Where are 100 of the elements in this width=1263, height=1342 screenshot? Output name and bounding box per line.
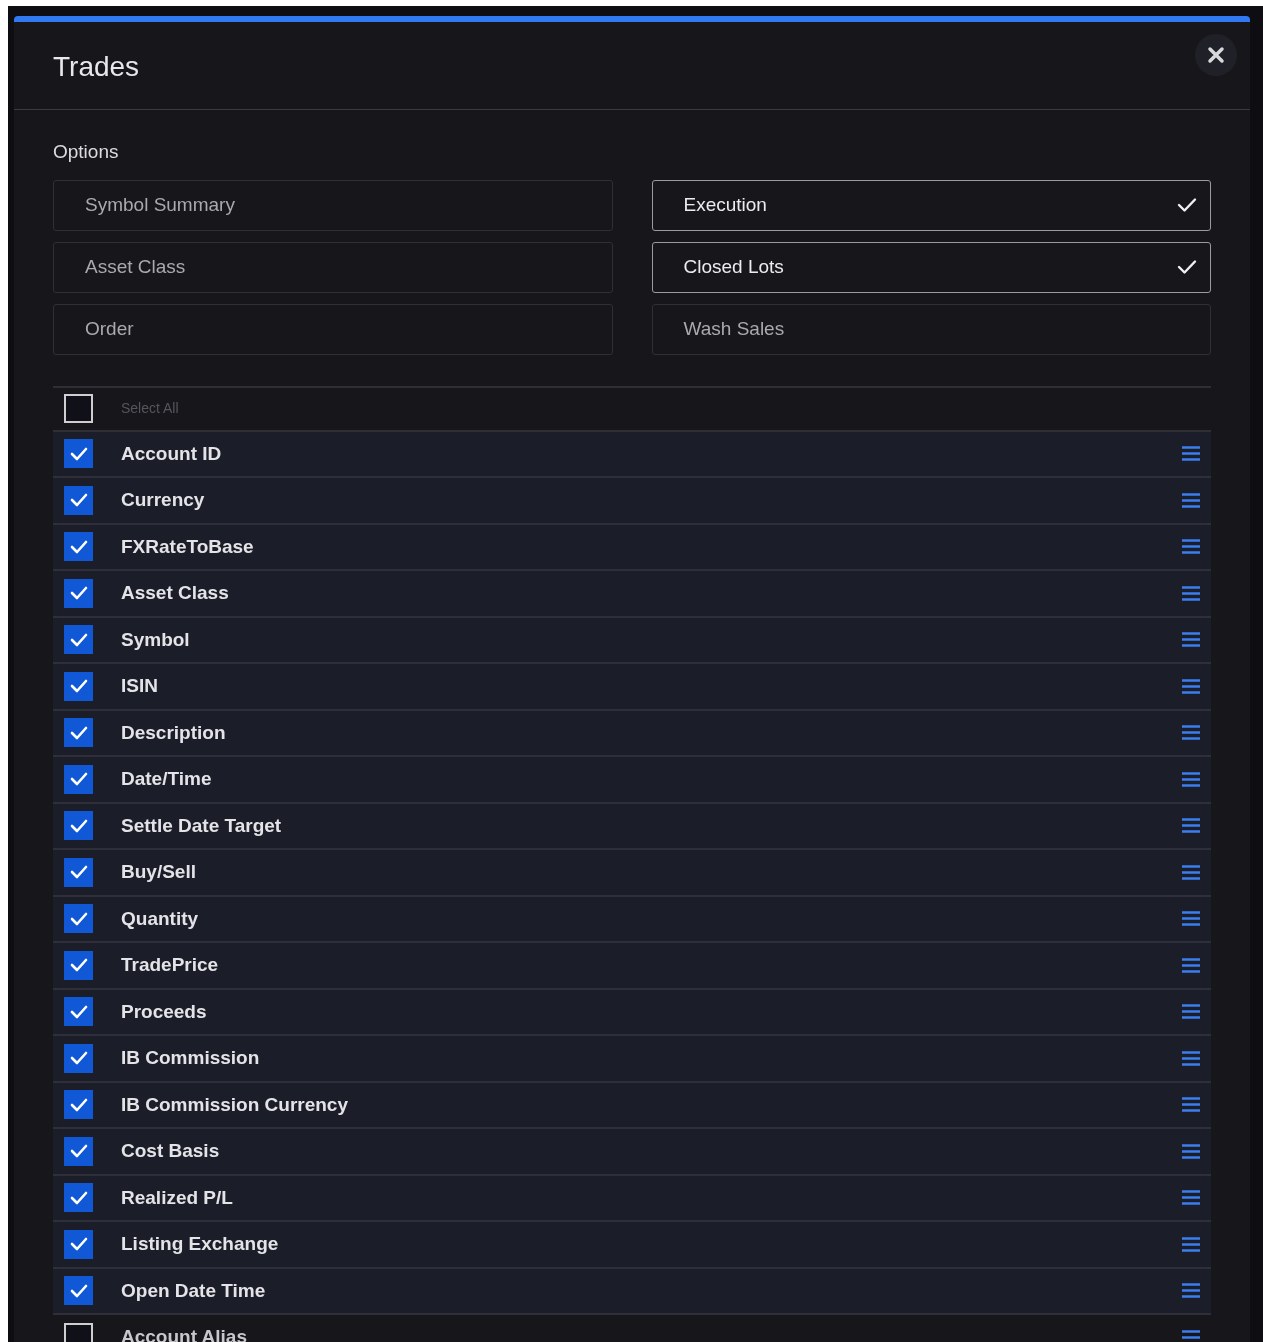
field-checkbox[interactable] [64, 857, 93, 887]
field-row[interactable]: Open Date Time [53, 1268, 1211, 1315]
field-row[interactable]: Settle Date Target [53, 803, 1211, 850]
drag-handle-icon[interactable] [1182, 725, 1200, 741]
field-checkbox[interactable] [64, 1229, 93, 1259]
field-label: Symbol [121, 627, 191, 652]
field-row[interactable]: FXRateToBase [53, 524, 1211, 571]
field-checkbox[interactable] [64, 764, 93, 794]
option-toggle[interactable]: Closed Lots [651, 241, 1211, 293]
drag-handle-icon[interactable] [1182, 1050, 1200, 1066]
field-checkbox[interactable] [64, 485, 93, 515]
checkmark-icon [69, 679, 88, 694]
option-toggle[interactable]: Order [53, 303, 613, 355]
option-toggle[interactable]: Symbol Summary [53, 179, 613, 231]
field-row[interactable]: IB Commission [53, 1036, 1211, 1083]
select-all-label: Select All [121, 399, 179, 418]
field-checkbox[interactable] [64, 532, 93, 562]
checkmark-icon [1177, 197, 1197, 213]
drag-handle-icon[interactable] [1182, 1283, 1200, 1299]
field-row[interactable]: Buy/Sell [53, 850, 1211, 897]
field-checkbox[interactable] [64, 671, 93, 701]
drag-handle-icon[interactable] [1182, 1143, 1200, 1159]
field-label: ISIN [121, 674, 159, 698]
field-row[interactable]: IB Commission Currency [53, 1082, 1211, 1129]
field-row[interactable]: Realized P/L [53, 1175, 1211, 1222]
option-toggle[interactable]: Execution [651, 179, 1211, 231]
drag-handle-icon[interactable] [1182, 492, 1200, 508]
field-row[interactable]: ISIN [53, 664, 1211, 711]
field-label: TradePrice [121, 953, 220, 977]
checkmark-icon [69, 1144, 88, 1159]
field-checkbox[interactable] [64, 1136, 93, 1166]
field-checkbox[interactable] [64, 997, 93, 1027]
checkmark-icon [69, 446, 88, 461]
field-checkbox[interactable] [64, 718, 93, 748]
field-checkbox[interactable] [64, 1183, 93, 1213]
close-icon [1207, 45, 1225, 64]
checkmark-icon [1177, 259, 1197, 275]
checkmark-icon [69, 632, 88, 647]
field-row[interactable]: Asset Class [53, 571, 1211, 618]
field-label: Open Date Time [121, 1278, 267, 1303]
field-checkbox[interactable] [64, 1276, 93, 1306]
field-row[interactable]: Account ID [53, 431, 1211, 478]
drag-handle-icon[interactable] [1182, 957, 1200, 973]
field-row[interactable]: TradePrice [53, 943, 1211, 990]
checkmark-icon [69, 1004, 88, 1019]
drag-handle-icon[interactable] [1182, 911, 1200, 927]
field-checkbox[interactable] [64, 811, 93, 841]
field-label: IB Commission [121, 1046, 261, 1070]
option-toggle[interactable]: Wash Sales [651, 303, 1211, 355]
checkmark-icon [69, 865, 88, 880]
drag-handle-icon[interactable] [1182, 539, 1200, 555]
dialog-title: Trades [53, 49, 140, 84]
drag-handle-icon[interactable] [1182, 818, 1200, 834]
drag-handle-icon[interactable] [1182, 1329, 1200, 1342]
field-checkbox[interactable] [64, 439, 93, 469]
drag-handle-icon[interactable] [1182, 678, 1200, 694]
checkmark-icon [69, 586, 88, 601]
field-row[interactable]: Description [53, 710, 1211, 757]
close-button[interactable] [1195, 33, 1237, 76]
field-label: Settle Date Target [121, 813, 283, 838]
checkmark-icon [69, 818, 88, 833]
option-toggle[interactable]: Asset Class [53, 241, 613, 293]
field-label: Proceeds [121, 999, 208, 1024]
checkmark-icon [69, 493, 88, 508]
drag-handle-icon[interactable] [1182, 864, 1200, 880]
field-row[interactable]: Date/Time [53, 757, 1211, 804]
checkmark-icon [69, 1097, 88, 1112]
field-checkbox[interactable] [64, 1090, 93, 1120]
field-label: Quantity [121, 906, 200, 931]
drag-handle-icon[interactable] [1182, 771, 1200, 787]
field-label: Date/Time [121, 767, 213, 791]
checkmark-icon [69, 958, 88, 973]
field-label: Description [121, 720, 227, 745]
field-label: Account ID [121, 441, 223, 466]
field-row[interactable]: Cost Basis [53, 1129, 1211, 1176]
drag-handle-icon[interactable] [1182, 1004, 1200, 1020]
checkmark-icon [69, 772, 88, 787]
field-label: IB Commission Currency [121, 1092, 349, 1117]
checkmark-icon [69, 1051, 88, 1066]
drag-handle-icon[interactable] [1182, 1236, 1200, 1252]
drag-handle-icon[interactable] [1182, 1097, 1200, 1113]
field-checkbox[interactable] [64, 950, 93, 980]
field-checkbox[interactable] [64, 904, 93, 934]
field-row[interactable]: Symbol [53, 617, 1211, 664]
select-all-checkbox[interactable] [64, 394, 93, 423]
drag-handle-icon[interactable] [1182, 585, 1200, 601]
field-checkbox[interactable] [64, 1043, 93, 1073]
field-checkbox[interactable] [64, 578, 93, 608]
field-checkbox[interactable] [64, 625, 93, 655]
field-label: FXRateToBase [121, 534, 255, 559]
field-row[interactable]: Quantity [53, 896, 1211, 943]
field-row[interactable]: Proceeds [53, 989, 1211, 1036]
field-label: Asset Class [121, 581, 230, 605]
field-row[interactable]: Listing Exchange [53, 1222, 1211, 1269]
drag-handle-icon[interactable] [1182, 446, 1200, 462]
drag-handle-icon[interactable] [1182, 632, 1200, 648]
drag-handle-icon[interactable] [1182, 1190, 1200, 1206]
field-label: Realized P/L [121, 1185, 234, 1210]
checkmark-icon [69, 539, 88, 554]
field-row[interactable]: Currency [53, 478, 1211, 525]
